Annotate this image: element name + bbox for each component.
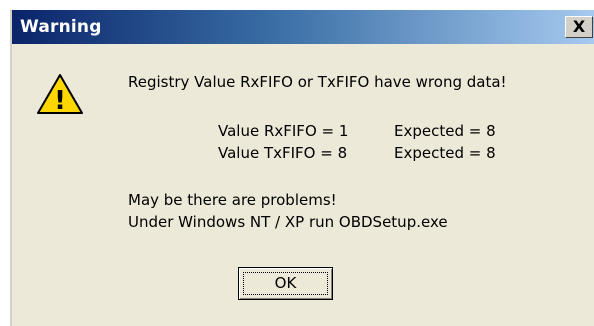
ok-button-label: OK — [274, 274, 297, 292]
window-title: Warning — [20, 17, 102, 37]
warning-icon: ! — [37, 74, 83, 116]
title-bar[interactable]: Warning X — [12, 10, 594, 44]
txfifo-value: Value TxFIFO = 8 — [218, 144, 348, 162]
ok-button[interactable]: OK — [238, 267, 333, 300]
rxfifo-value: Value RxFIFO = 1 — [218, 122, 349, 140]
problem-note: May be there are problems! — [128, 191, 337, 209]
setup-instruction: Under Windows NT / XP run OBDSetup.exe — [128, 213, 448, 231]
close-icon: X — [572, 17, 586, 36]
txfifo-expected: Expected = 8 — [394, 144, 496, 162]
close-button[interactable]: X — [565, 16, 593, 38]
message-heading: Registry Value RxFIFO or TxFIFO have wro… — [128, 73, 507, 91]
warning-exclamation: ! — [54, 86, 66, 116]
warning-dialog: Warning X ! Registry Value RxFIFO or TxF… — [10, 10, 594, 326]
rxfifo-expected: Expected = 8 — [394, 122, 496, 140]
